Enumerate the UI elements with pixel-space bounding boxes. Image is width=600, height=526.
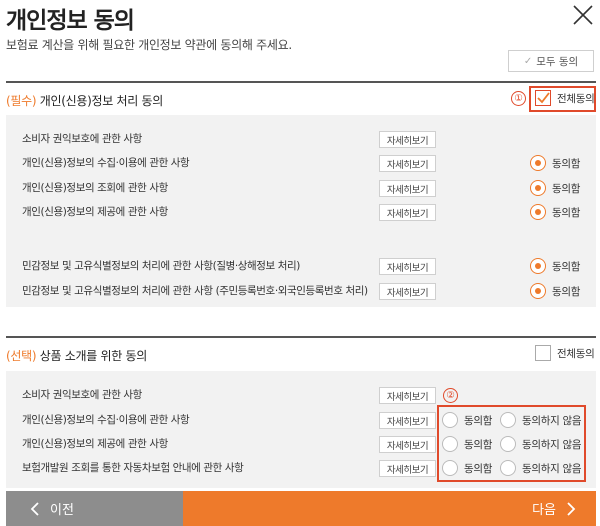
- required-item-label: 민감정보 및 고유식별정보의 처리에 관한 사항 (주민등록번호·외국인등록번호…: [22, 285, 368, 297]
- required-all-check[interactable]: 전체동의: [535, 90, 595, 106]
- close-icon: [573, 5, 593, 25]
- optional-all-checkbox[interactable]: [535, 345, 551, 361]
- disagree-radio[interactable]: 동의하지 않음: [500, 460, 582, 476]
- view-details-button[interactable]: 자세히보기: [379, 155, 436, 172]
- required-title-text: 개인(신용)정보 처리 동의: [36, 94, 164, 108]
- required-item-label: 소비자 권익보호에 관한 사항: [22, 133, 142, 145]
- agree-label: 동의함: [552, 182, 581, 195]
- close-button[interactable]: [571, 3, 595, 27]
- next-label: 다음: [532, 503, 556, 518]
- radio-unselected[interactable]: [442, 412, 458, 428]
- required-item-label: 개인(신용)정보의 조회에 관한 사항: [22, 182, 168, 194]
- chevron-left-icon: [30, 501, 39, 516]
- disagree-label: 동의하지 않음: [522, 414, 582, 427]
- agree-radio[interactable]: 동의함: [442, 436, 492, 452]
- optional-section-title: (선택) 상품 소개를 위한 동의: [6, 347, 147, 364]
- radio-selected[interactable]: [530, 283, 546, 299]
- required-item-label: 개인(신용)정보의 수집·이용에 관한 사항: [22, 157, 190, 169]
- agree-radio[interactable]: 동의함: [530, 283, 580, 299]
- section-divider: [6, 81, 596, 83]
- agree-label: 동의함: [552, 206, 581, 219]
- view-details-button[interactable]: 자세히보기: [379, 204, 436, 221]
- view-details-button[interactable]: 자세히보기: [379, 436, 436, 453]
- optional-item-label: 소비자 권익보호에 관한 사항: [22, 389, 142, 401]
- agree-radio[interactable]: 동의함: [442, 412, 492, 428]
- agree-label: 동의함: [552, 157, 581, 170]
- radio-unselected[interactable]: [500, 460, 516, 476]
- required-item-label: 개인(신용)정보의 제공에 관한 사항: [22, 206, 168, 218]
- view-details-button[interactable]: 자세히보기: [379, 460, 436, 477]
- required-tag: (필수): [6, 94, 37, 108]
- view-details-button[interactable]: 자세히보기: [379, 180, 436, 197]
- optional-item-label: 보험개발원 조회를 통한 자동차보험 안내에 관한 사항: [22, 462, 244, 474]
- prev-button[interactable]: 이전: [6, 491, 183, 526]
- agree-radio[interactable]: 동의함: [530, 180, 580, 196]
- check-icon: ✓: [523, 55, 533, 67]
- disagree-radio[interactable]: 동의하지 않음: [500, 412, 582, 428]
- optional-all-check[interactable]: 전체동의: [535, 345, 595, 361]
- page-subtitle: 보험료 계산을 위해 필요한 개인정보 약관에 동의해 주세요.: [6, 38, 292, 52]
- optional-all-check-label: 전체동의: [557, 347, 595, 360]
- disagree-label: 동의하지 않음: [522, 438, 582, 451]
- disagree-label: 동의하지 않음: [522, 462, 582, 475]
- radio-unselected[interactable]: [500, 436, 516, 452]
- disagree-radio[interactable]: 동의하지 않음: [500, 436, 582, 452]
- optional-item-label: 개인(신용)정보의 수집·이용에 관한 사항: [22, 414, 190, 426]
- radio-selected[interactable]: [530, 204, 546, 220]
- agree-label: 동의함: [464, 414, 493, 427]
- radio-unselected[interactable]: [500, 412, 516, 428]
- required-item-label: 민감정보 및 고유식별정보의 처리에 관한 사항(질병·상해정보 처리): [22, 260, 300, 272]
- agree-all-label: 모두 동의: [536, 55, 579, 68]
- view-details-button[interactable]: 자세히보기: [379, 131, 436, 148]
- optional-tag: (선택): [6, 349, 37, 363]
- next-button[interactable]: 다음: [183, 491, 596, 526]
- marker-2: ②: [443, 388, 458, 403]
- required-all-checkbox[interactable]: [535, 90, 551, 106]
- view-details-button[interactable]: 자세히보기: [379, 258, 436, 275]
- agree-all-button[interactable]: ✓ 모두 동의: [508, 50, 594, 72]
- optional-item-label: 개인(신용)정보의 제공에 관한 사항: [22, 438, 168, 450]
- agree-label: 동의함: [464, 438, 493, 451]
- radio-unselected[interactable]: [442, 460, 458, 476]
- page-title: 개인정보 동의: [6, 8, 135, 34]
- agree-radio[interactable]: 동의함: [530, 204, 580, 220]
- radio-selected[interactable]: [530, 180, 546, 196]
- agree-label: 동의함: [552, 260, 581, 273]
- required-all-check-label: 전체동의: [557, 92, 595, 105]
- optional-title-text: 상품 소개를 위한 동의: [36, 349, 148, 363]
- agree-radio[interactable]: 동의함: [442, 460, 492, 476]
- section-divider: [6, 336, 596, 338]
- required-section-title: (필수) 개인(신용)정보 처리 동의: [6, 92, 163, 109]
- agree-label: 동의함: [464, 462, 493, 475]
- agree-radio[interactable]: 동의함: [530, 258, 580, 274]
- radio-unselected[interactable]: [442, 436, 458, 452]
- radio-selected[interactable]: [530, 155, 546, 171]
- chevron-right-icon: [567, 501, 576, 516]
- radio-selected[interactable]: [530, 258, 546, 274]
- prev-label: 이전: [50, 503, 74, 518]
- view-details-button[interactable]: 자세히보기: [379, 387, 436, 404]
- checkmark-icon: [537, 92, 550, 104]
- view-details-button[interactable]: 자세히보기: [379, 412, 436, 429]
- view-details-button[interactable]: 자세히보기: [379, 283, 436, 300]
- marker-1: ①: [511, 91, 526, 106]
- agree-label: 동의함: [552, 285, 581, 298]
- agree-radio[interactable]: 동의함: [530, 155, 580, 171]
